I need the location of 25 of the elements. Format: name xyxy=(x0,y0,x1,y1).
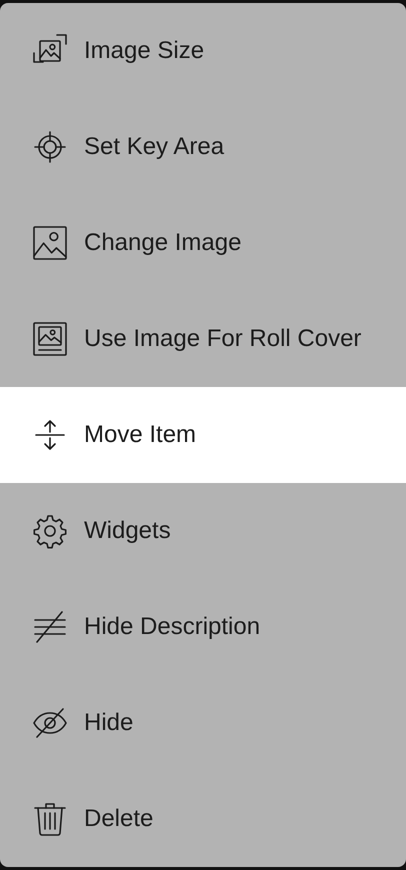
menu-item-label: Widgets xyxy=(84,517,171,545)
menu-item-label: Move Item xyxy=(84,421,196,449)
menu-item-label: Hide Description xyxy=(84,613,260,641)
menu-item[interactable]: Image Size xyxy=(0,3,406,99)
menu-item-label: Set Key Area xyxy=(84,133,224,161)
menu-item[interactable]: Use Image For Roll Cover xyxy=(0,291,406,387)
eye-off-icon xyxy=(32,705,68,741)
menu-item[interactable]: Delete xyxy=(0,771,406,867)
framed-image-icon xyxy=(32,321,68,357)
strikethrough-lines-icon xyxy=(32,609,68,645)
menu-item[interactable]: Widgets xyxy=(0,483,406,579)
menu-item-label: Use Image For Roll Cover xyxy=(84,325,362,353)
menu-item-label: Change Image xyxy=(84,229,242,257)
menu-item[interactable]: Hide xyxy=(0,675,406,771)
target-icon xyxy=(32,129,68,165)
menu-item-label: Hide xyxy=(84,709,134,737)
menu-item-label: Delete xyxy=(84,805,154,833)
image-icon xyxy=(32,225,68,261)
gear-icon xyxy=(32,513,68,549)
menu-item[interactable]: Set Key Area xyxy=(0,99,406,195)
menu-item[interactable]: Move Item xyxy=(0,387,406,483)
trash-icon xyxy=(32,801,68,837)
menu-item[interactable]: Change Image xyxy=(0,195,406,291)
menu-item[interactable]: Hide Description xyxy=(0,579,406,675)
menu-item-label: Image Size xyxy=(84,37,204,65)
